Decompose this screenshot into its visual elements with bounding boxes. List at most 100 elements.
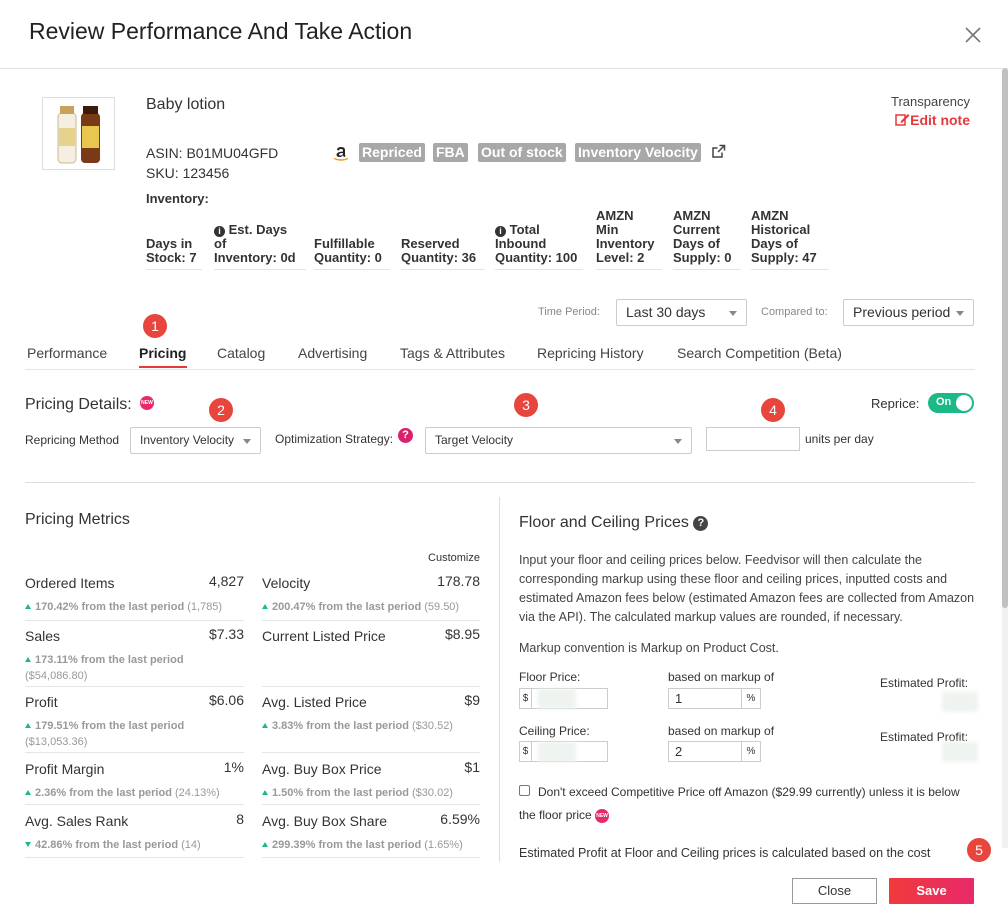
tab-catalog[interactable]: Catalog [217,345,265,361]
metric-change-text: 179.51% from the last period [35,720,185,732]
metric-previous: (14) [181,839,201,851]
metric-change-text: 299.39% from the last period [272,839,422,851]
metric-change-text: 42.86% from the last period [35,839,179,851]
reprice-toggle-state: On [936,396,952,408]
optimization-strategy-select[interactable]: Target Velocity [425,427,692,454]
save-button[interactable]: Save [889,878,974,904]
transparency-label: Transparency [891,94,970,109]
edit-note-label: Edit note [910,112,970,128]
tabs-divider [25,369,975,370]
metric-previous: (24.13%) [175,787,220,799]
inventory-label: Inventory: [146,191,209,206]
compared-to-select[interactable]: Previous period [843,299,974,326]
tab-search-competition[interactable]: Search Competition (Beta) [677,345,842,361]
close-icon[interactable] [962,24,984,46]
metric-previous: (1.65%) [424,839,463,851]
arrow-down-icon [25,842,31,847]
step-badge-5: 5 [967,838,991,862]
new-badge: NEW [595,809,610,823]
floor-est-profit-value [942,692,978,712]
external-link-icon[interactable] [711,144,726,159]
info-icon: i [495,226,506,237]
metric-change: 179.51% from the last period [25,720,184,732]
tag-fba: FBA [433,143,468,162]
arrow-up-icon [262,604,268,609]
floor-price-input[interactable] [531,688,608,709]
units-per-day-label: units per day [805,432,874,446]
floor-est-profit-label: Estimated Profit: [880,676,969,690]
competitive-price-checkbox[interactable] [519,785,530,796]
help-icon[interactable]: ? [398,428,413,443]
metric-divider [25,752,244,753]
currency-prefix: $ [519,688,531,709]
tab-performance[interactable]: Performance [27,345,107,361]
edit-icon [895,114,910,126]
step-badge-4: 4 [761,398,785,422]
time-period-select[interactable]: Last 30 days [616,299,747,326]
metric-change-text: 170.42% from the last period [35,601,185,613]
metric-divider [25,857,244,858]
metric-change: 2.36% from the last period (24.13%) [25,787,220,799]
floor-ceiling-description: Input your floor and ceiling prices belo… [519,553,975,624]
arrow-up-icon [25,657,31,662]
percent-suffix: % [741,688,761,709]
reprice-toggle[interactable]: On [928,393,974,413]
inv-fulfillable: Fulfillable Quantity: 0 [314,237,390,270]
metric-value: 178.78 [437,573,480,589]
metric-value: 4,827 [208,573,244,589]
scrollbar-thumb[interactable] [1002,68,1008,608]
arrow-up-icon [262,842,268,847]
floor-markup-input[interactable]: 1 [668,688,742,709]
tab-pricing[interactable]: Pricing [139,345,186,361]
metric-label: Velocity [262,575,311,591]
metric-label: Avg. Buy Box Price [262,761,382,777]
compared-to-value: Previous period [853,304,951,320]
tag-repriced: Repriced [359,143,425,162]
column-divider [499,497,500,862]
metric-value: 8 [236,811,244,827]
units-per-day-input[interactable] [706,427,800,451]
repricing-method-value: Inventory Velocity [140,433,235,447]
chevron-down-icon [956,310,964,316]
inv-total-inbound: i Total Inbound Quantity: 100 [495,223,583,270]
blurred-value [538,742,576,762]
info-icon: i [214,226,225,237]
reprice-label: Reprice: [871,396,920,411]
inv-days-in-stock: Days in Stock: 7 [146,237,202,270]
tab-repricing-history[interactable]: Repricing History [537,345,644,361]
arrow-up-icon [262,790,268,795]
header-divider [0,68,1008,69]
floor-markup-label: based on markup of [668,670,775,684]
help-icon[interactable]: ? [693,516,709,531]
markup-convention: Markup convention is Markup on Product C… [519,641,779,655]
modal-title: Review Performance And Take Action [29,18,413,44]
pricing-details-title: Pricing Details: [25,396,132,413]
arrow-up-icon [262,723,268,728]
repricing-method-select[interactable]: Inventory Velocity [130,427,261,454]
floor-ceiling-title: Floor and Ceiling Prices ? [519,514,709,532]
percent-suffix: % [741,741,761,762]
metric-value: $9 [464,692,480,708]
close-button[interactable]: Close [792,878,877,904]
tab-advertising[interactable]: Advertising [298,345,367,361]
repricing-method-label: Repricing Method [25,433,120,447]
metric-previous: ($54,086.80) [25,670,88,682]
inv-amzn-min: AMZN Min Inventory Level: 2 [596,209,662,270]
metric-previous: ($30.52) [412,720,453,732]
estimated-profit-note: Estimated Profit at Floor and Ceiling pr… [519,846,931,860]
ceiling-markup-label: based on markup of [668,724,775,738]
product-asin: ASIN: B01MU04GFD [146,145,279,161]
edit-note-link[interactable]: Edit note [860,112,970,128]
ceiling-markup-input[interactable]: 2 [668,741,742,762]
ceiling-price-input[interactable] [531,741,608,762]
metric-change: 170.42% from the last period (1,785) [25,601,222,613]
tab-tags-attributes[interactable]: Tags & Attributes [400,345,505,361]
inv-est-days-head: i Est. Days [214,223,306,237]
metric-divider [262,857,480,858]
compared-to-label: Compared to: [761,306,828,318]
metric-previous: ($13,053.36) [25,736,88,748]
metric-change: 3.83% from the last period ($30.52) [262,720,453,732]
metric-divider [262,620,480,621]
customize-link[interactable]: Customize [420,552,480,564]
optimization-strategy-value: Target Velocity [435,433,514,447]
